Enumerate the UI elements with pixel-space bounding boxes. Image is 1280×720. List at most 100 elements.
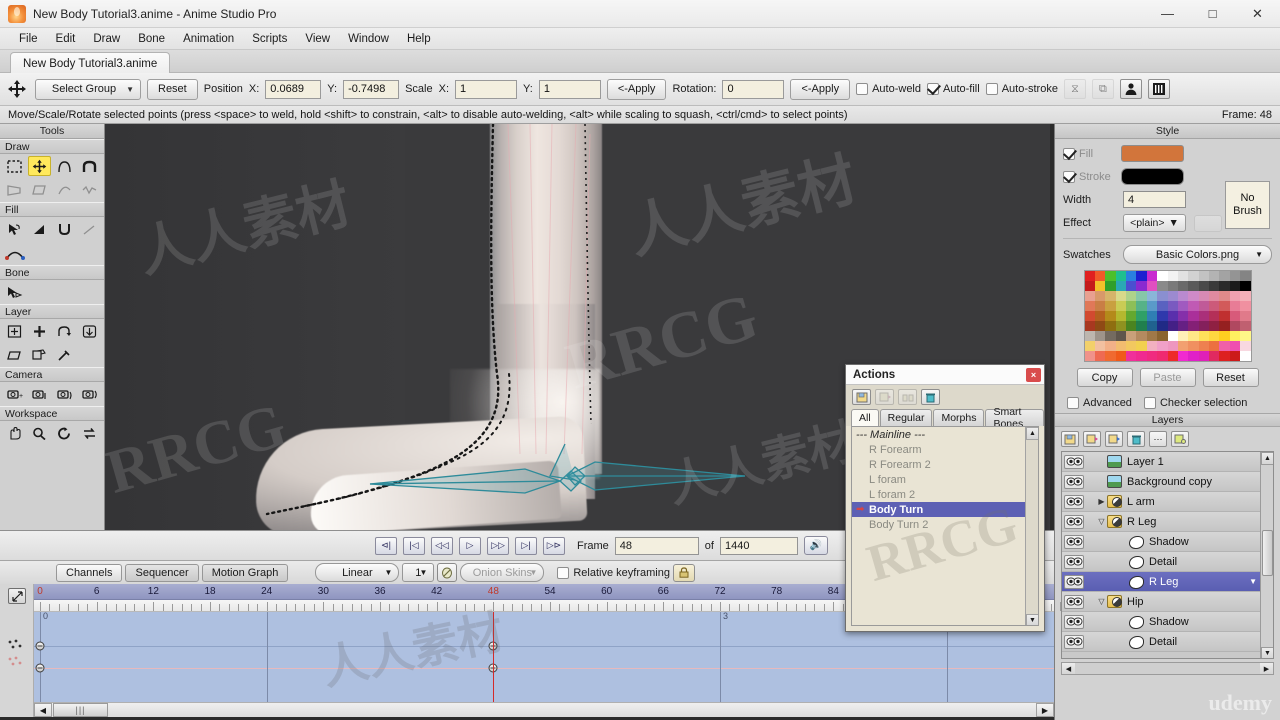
color-swatch[interactable] bbox=[1209, 351, 1220, 361]
layer-list[interactable]: Layer 1 Background copy ▶ L arm ▽ R Leg Shadow… bbox=[1061, 451, 1274, 659]
color-swatch[interactable] bbox=[1229, 351, 1241, 361]
color-swatch[interactable] bbox=[1126, 291, 1137, 301]
visibility-eye-icon[interactable] bbox=[1064, 534, 1084, 549]
color-swatch[interactable] bbox=[1219, 341, 1230, 351]
minimize-icon[interactable]: — bbox=[1145, 0, 1190, 28]
color-swatch[interactable] bbox=[1240, 321, 1251, 331]
color-swatch[interactable] bbox=[1177, 351, 1189, 361]
menu-scripts[interactable]: Scripts bbox=[243, 31, 296, 47]
width-input[interactable]: 4 bbox=[1123, 191, 1186, 208]
color-swatch[interactable] bbox=[1105, 271, 1116, 281]
playhead[interactable] bbox=[493, 612, 495, 702]
pan-icon[interactable] bbox=[3, 423, 26, 443]
actions-list[interactable]: --- Mainline --- R Forearm R Forearm 2 L fo… bbox=[851, 426, 1039, 626]
scrollbar-thumb[interactable]: ||| bbox=[53, 703, 108, 717]
list-item[interactable]: ➡ Body Turn bbox=[852, 502, 1038, 517]
table-row[interactable]: ▽ R Leg bbox=[1062, 512, 1273, 532]
fill-checkbox[interactable]: Fill bbox=[1063, 147, 1113, 160]
color-swatch[interactable] bbox=[1115, 281, 1126, 291]
menu-help[interactable]: Help bbox=[398, 31, 440, 47]
copy-layer-icon[interactable] bbox=[1105, 431, 1123, 447]
color-swatch[interactable] bbox=[1198, 321, 1209, 331]
color-swatch[interactable] bbox=[1167, 301, 1178, 311]
visibility-eye-icon[interactable] bbox=[1064, 614, 1084, 629]
color-swatch[interactable] bbox=[1209, 271, 1220, 281]
color-swatch[interactable] bbox=[1229, 311, 1241, 321]
select-bone-icon[interactable] bbox=[3, 282, 26, 302]
actions-window[interactable]: Actions × All Regular Morphs Smart Bones… bbox=[845, 364, 1045, 632]
visibility-eye-icon[interactable] bbox=[1064, 594, 1084, 609]
color-swatch[interactable] bbox=[1115, 301, 1126, 311]
rotate-layer-z-icon[interactable] bbox=[53, 321, 76, 341]
auto-weld-checkbox[interactable]: Auto-weld bbox=[856, 83, 921, 95]
table-row[interactable]: ▶ L arm bbox=[1062, 492, 1273, 512]
color-swatch[interactable] bbox=[1146, 341, 1158, 351]
list-item[interactable]: Body Turn 2 bbox=[852, 517, 1038, 532]
color-swatch[interactable] bbox=[1146, 301, 1158, 311]
color-swatch[interactable] bbox=[1240, 271, 1251, 281]
onion-skins-dropdown[interactable]: Onion Skins ▼ bbox=[460, 563, 545, 582]
color-swatch[interactable] bbox=[1084, 311, 1095, 321]
visibility-eye-icon[interactable] bbox=[1064, 454, 1084, 469]
scale-points-icon[interactable] bbox=[53, 156, 76, 176]
stroke-checkbox[interactable]: Stroke bbox=[1063, 170, 1113, 183]
color-swatch[interactable] bbox=[1219, 271, 1230, 281]
color-swatch[interactable] bbox=[1188, 341, 1199, 351]
auto-fill-checkbox[interactable]: Auto-fill bbox=[927, 83, 980, 95]
table-row[interactable]: R Leg ▼ bbox=[1062, 572, 1273, 592]
flip-vertical-icon[interactable]: ⧉ bbox=[1091, 79, 1114, 99]
color-swatch[interactable] bbox=[1136, 331, 1147, 341]
color-swatch[interactable] bbox=[1146, 291, 1158, 301]
color-swatch[interactable] bbox=[1146, 321, 1158, 331]
zoom-camera-icon[interactable] bbox=[28, 384, 51, 404]
rotate-layer-xy-icon[interactable] bbox=[28, 345, 51, 365]
color-swatch[interactable] bbox=[1146, 271, 1158, 281]
color-swatch[interactable] bbox=[1146, 351, 1158, 361]
color-swatch[interactable] bbox=[1219, 291, 1230, 301]
step-forward-icon[interactable]: ▷▷ bbox=[487, 536, 509, 555]
copy-style-button[interactable]: Copy bbox=[1076, 368, 1133, 387]
color-swatch[interactable] bbox=[1094, 281, 1106, 291]
chevron-down-icon[interactable]: ▽ bbox=[1096, 597, 1107, 606]
color-swatch[interactable] bbox=[1126, 351, 1137, 361]
color-swatch-grid[interactable] bbox=[1083, 270, 1252, 362]
scroll-down-icon[interactable]: ▼ bbox=[1026, 614, 1038, 625]
color-swatch[interactable] bbox=[1136, 271, 1147, 281]
color-swatch[interactable] bbox=[1219, 281, 1230, 291]
auto-stroke-checkbox[interactable]: Auto-stroke bbox=[985, 83, 1058, 95]
color-swatch[interactable] bbox=[1188, 281, 1199, 291]
scroll-up-icon[interactable]: ▲ bbox=[1261, 452, 1273, 465]
color-swatch[interactable] bbox=[1198, 301, 1209, 311]
color-swatch[interactable] bbox=[1198, 271, 1209, 281]
paint-bucket-icon[interactable] bbox=[53, 219, 76, 239]
interpolation-dropdown[interactable]: Linear ▼ bbox=[315, 563, 400, 582]
color-swatch[interactable] bbox=[1229, 281, 1241, 291]
color-swatch[interactable] bbox=[1105, 341, 1116, 351]
more-options-icon[interactable]: ⋯ bbox=[1149, 431, 1167, 447]
step-back-icon[interactable]: ◁◁ bbox=[431, 536, 453, 555]
color-swatch[interactable] bbox=[1229, 321, 1241, 331]
menu-animation[interactable]: Animation bbox=[174, 31, 243, 47]
color-swatch[interactable] bbox=[1115, 311, 1126, 321]
table-row[interactable]: Shadow bbox=[1062, 612, 1273, 632]
color-swatch[interactable] bbox=[1188, 351, 1199, 361]
keyframe-column[interactable]: 0 bbox=[40, 612, 48, 702]
color-swatch[interactable] bbox=[1084, 341, 1095, 351]
color-swatch[interactable] bbox=[1188, 331, 1199, 341]
effect-options-button[interactable] bbox=[1194, 214, 1222, 232]
table-row[interactable]: Layer 1 bbox=[1062, 452, 1273, 472]
color-swatch[interactable] bbox=[1146, 311, 1158, 321]
color-swatch[interactable] bbox=[1167, 351, 1178, 361]
timeline-hscrollbar[interactable]: ◀ ||| ▶ bbox=[34, 702, 1054, 717]
color-swatch[interactable] bbox=[1094, 331, 1106, 341]
color-swatch[interactable] bbox=[1240, 281, 1251, 291]
color-swatch[interactable] bbox=[1094, 301, 1106, 311]
color-swatch[interactable] bbox=[1094, 341, 1106, 351]
color-swatch[interactable] bbox=[1126, 281, 1137, 291]
color-swatch[interactable] bbox=[1198, 311, 1209, 321]
duplicate-action-icon[interactable] bbox=[875, 389, 894, 405]
position-y-input[interactable]: -0.7498 bbox=[343, 79, 400, 99]
color-swatch[interactable] bbox=[1167, 331, 1178, 341]
color-swatch[interactable] bbox=[1115, 341, 1126, 351]
color-swatch[interactable] bbox=[1229, 301, 1241, 311]
